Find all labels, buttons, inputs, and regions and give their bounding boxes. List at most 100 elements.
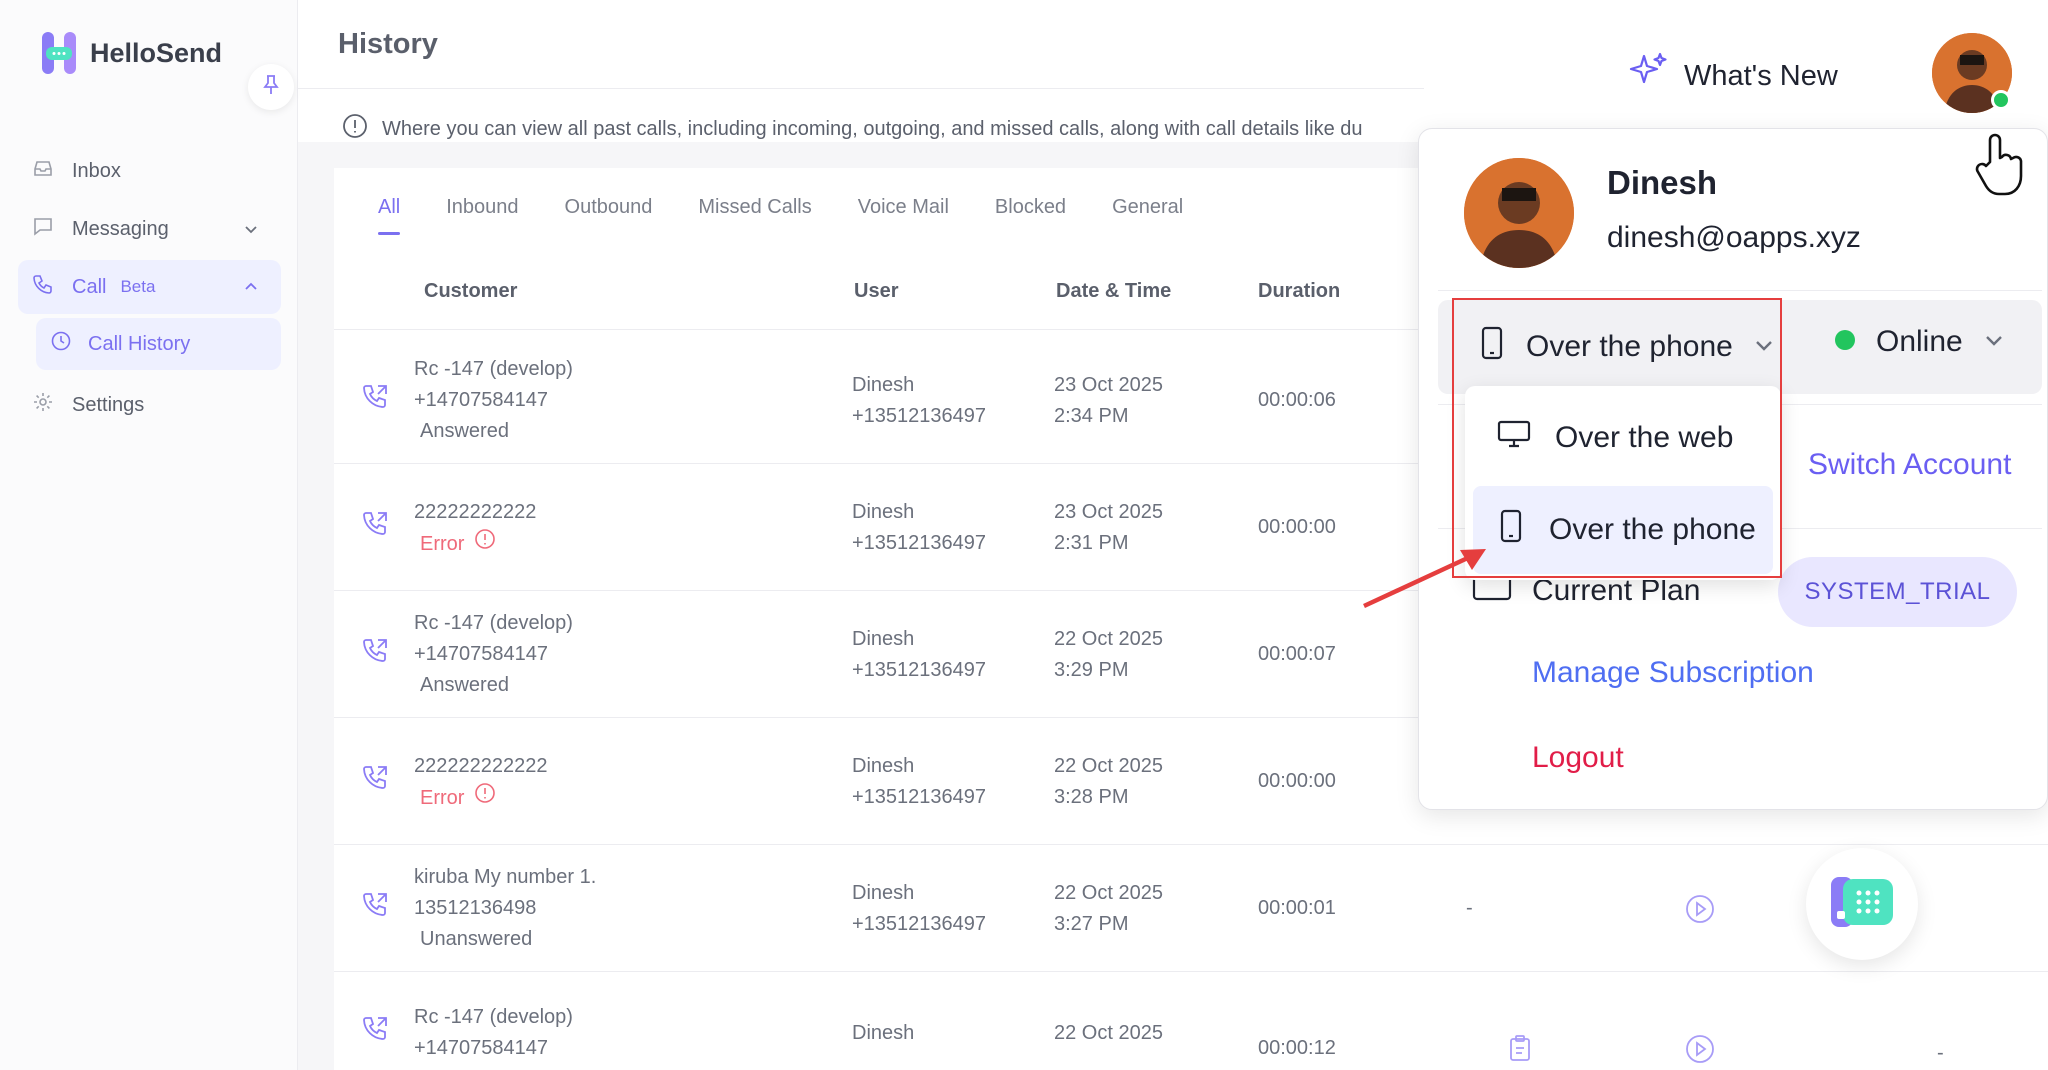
user-name: Dinesh [852, 755, 915, 777]
plan-badge: SYSTEM_TRIAL [1778, 557, 2017, 627]
column-header-duration[interactable]: Duration [1258, 280, 1340, 303]
call-time: 2:31 PM [1054, 532, 1129, 554]
call-mode-select[interactable]: Over the phone [1478, 325, 1775, 369]
user-number: +13512136497 [852, 405, 987, 427]
mobile-phone-icon [1478, 325, 1506, 369]
column-header-customer[interactable]: Customer [424, 280, 517, 303]
customer-number: +14707584147 [414, 1037, 549, 1059]
outgoing-call-icon [360, 763, 390, 799]
user-name: Dinesh [852, 628, 915, 650]
manage-subscription-link[interactable]: Manage Subscription [1532, 656, 1814, 690]
call-tabs: All Inbound Outbound Missed Calls Voice … [378, 196, 1183, 235]
call-status: Answered [420, 420, 509, 442]
error-icon[interactable] [474, 782, 496, 814]
tab-inbound[interactable]: Inbound [446, 196, 518, 235]
customer-name: Rc -147 (develop) [414, 612, 573, 634]
availability-value: Online [1876, 325, 1963, 358]
user-number: +13512136497 [852, 786, 987, 808]
profile-email: dinesh@oapps.xyz [1607, 221, 1861, 254]
tab-general[interactable]: General [1112, 196, 1183, 235]
call-duration: 00:00:01 [1258, 897, 1336, 919]
pin-icon [261, 74, 281, 101]
user-name: Dinesh [852, 1022, 915, 1044]
dialer-button[interactable] [1806, 848, 1918, 960]
option-label: Over the phone [1549, 513, 1756, 546]
sidebar-item-label: Inbox [72, 159, 121, 182]
call-status: Unanswered [420, 928, 533, 950]
pin-button[interactable] [248, 64, 294, 110]
call-duration: 00:00:07 [1258, 643, 1336, 665]
play-recording-icon[interactable] [1685, 1034, 1715, 1070]
table-row[interactable]: Rc -147 (develop) +14707584147 Dinesh 22… [334, 972, 2048, 1070]
user-number: +13512136497 [852, 913, 987, 935]
call-time: 3:28 PM [1054, 786, 1129, 808]
sidebar-item-inbox[interactable]: Inbox [18, 144, 281, 198]
call-duration: 00:00:00 [1258, 770, 1336, 792]
logout-link[interactable]: Logout [1532, 741, 1624, 775]
sidebar-item-label: Call History [88, 332, 191, 355]
error-label: Error [420, 532, 465, 555]
sidebar-item-call[interactable]: Call Beta [18, 260, 281, 314]
chevron-up-icon [243, 278, 259, 301]
sidebar-item-label: Call [72, 275, 107, 298]
brand-name: HelloSend [90, 37, 223, 68]
user-name: Dinesh [852, 882, 915, 904]
customer-number: +14707584147 [414, 643, 549, 665]
customer-number: +14707584147 [414, 389, 549, 411]
info-banner: Where you can view all past calls, inclu… [342, 113, 1422, 145]
outgoing-call-icon [360, 1014, 390, 1050]
call-mode-value: Over the phone [1526, 330, 1733, 363]
divider [1438, 290, 2042, 291]
divider [298, 88, 1428, 89]
option-over-the-web[interactable]: Over the web [1473, 394, 1773, 482]
chevron-down-icon [1983, 325, 2005, 359]
hellosend-logo-icon [42, 32, 76, 74]
availability-select[interactable]: Online [1834, 325, 2005, 359]
online-status-dot [1991, 90, 2011, 110]
brand[interactable]: HelloSend [42, 32, 222, 74]
clock-icon [50, 330, 72, 358]
tab-voice-mail[interactable]: Voice Mail [858, 196, 949, 235]
tab-blocked[interactable]: Blocked [995, 196, 1066, 235]
call-status: Answered [420, 674, 509, 696]
dialpad-icon [1829, 875, 1895, 934]
phone-icon [32, 273, 54, 301]
chevron-down-icon [1753, 330, 1775, 364]
tab-outbound[interactable]: Outbound [565, 196, 653, 235]
call-duration: 00:00:06 [1258, 389, 1336, 411]
sidebar-item-call-history[interactable]: Call History [36, 318, 281, 370]
clipboard-icon[interactable] [1508, 1034, 1532, 1068]
option-over-the-phone[interactable]: Over the phone [1473, 486, 1773, 574]
option-label: Over the web [1555, 421, 1734, 454]
customer-name: 222222222222 [414, 755, 548, 777]
sidebar-item-label: Settings [72, 393, 145, 416]
sparkle-icon [1626, 50, 1670, 102]
column-header-user[interactable]: User [854, 280, 898, 303]
outgoing-call-icon [360, 890, 390, 926]
whats-new-button[interactable]: What's New [1626, 50, 1838, 102]
play-recording-icon[interactable] [1685, 894, 1715, 930]
sidebar-item-messaging[interactable]: Messaging [18, 202, 281, 256]
sidebar-nav: Inbox Messaging Call Beta Call History S… [18, 144, 281, 436]
switch-account-link[interactable]: Switch Account [1808, 448, 2011, 482]
whats-new-label: What's New [1684, 59, 1838, 92]
tab-missed-calls[interactable]: Missed Calls [698, 196, 811, 235]
customer-number: 13512136498 [414, 897, 537, 919]
sidebar-item-settings[interactable]: Settings [18, 378, 281, 432]
annotation-arrow-icon [1360, 540, 1490, 625]
customer-name: Rc -147 (develop) [414, 1006, 573, 1028]
error-icon[interactable] [474, 528, 496, 560]
outgoing-call-icon [360, 636, 390, 672]
customer-name: Rc -147 (develop) [414, 358, 573, 380]
info-icon [342, 113, 368, 145]
call-date: 22 Oct 2025 [1054, 755, 1163, 777]
user-number: +13512136497 [852, 532, 987, 554]
call-duration: 00:00:00 [1258, 516, 1336, 538]
column-header-datetime[interactable]: Date & Time [1056, 280, 1171, 303]
tab-all[interactable]: All [378, 196, 401, 235]
table-row[interactable]: kiruba My number 1. 13512136498 Unanswer… [334, 845, 2048, 972]
call-status-error: Error [414, 782, 496, 814]
online-dot-icon [1834, 325, 1856, 359]
call-date: 23 Oct 2025 [1054, 501, 1163, 523]
gear-icon [32, 391, 54, 419]
